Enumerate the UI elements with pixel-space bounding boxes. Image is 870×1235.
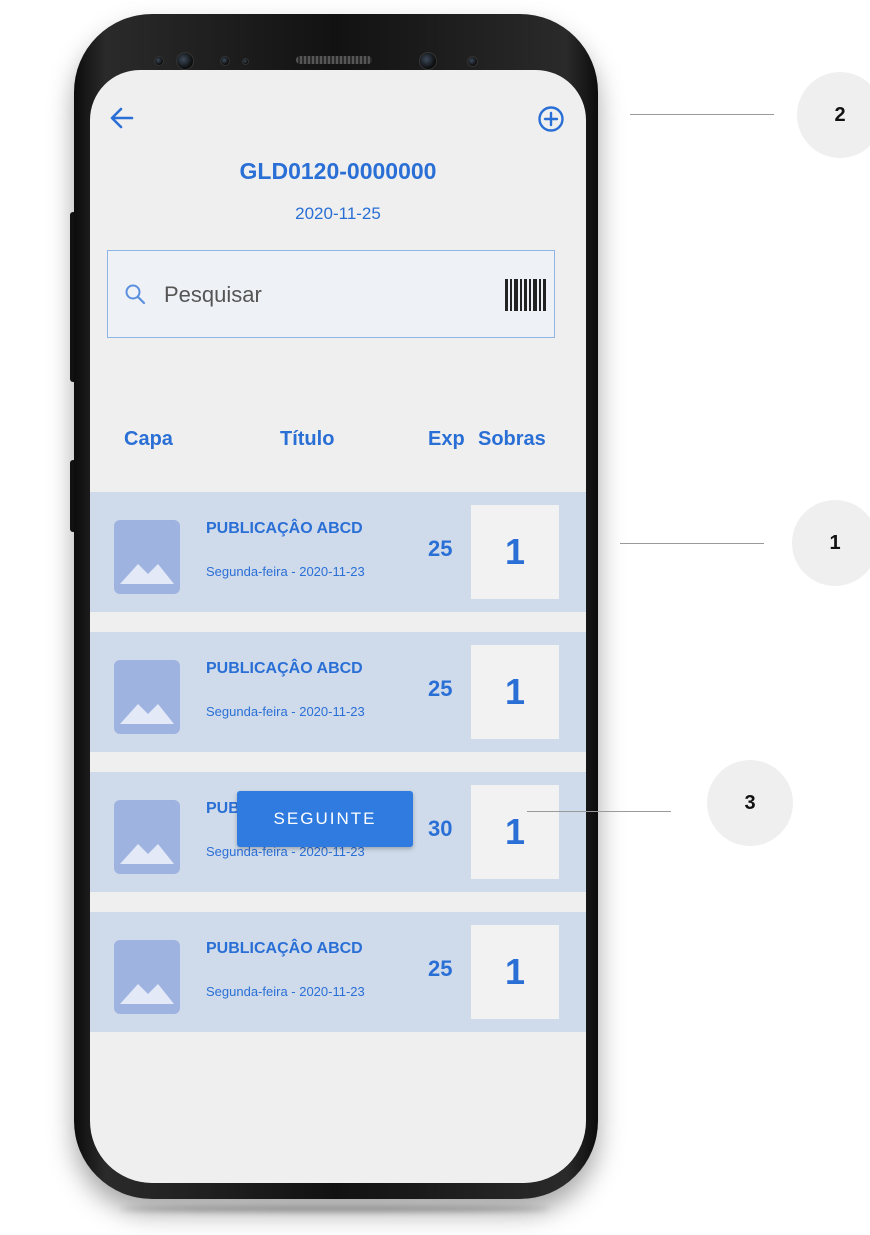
search-input[interactable] (162, 277, 466, 313)
item-title: PUBLICAÇÂO ABCD (206, 940, 363, 957)
sensor-dot (467, 56, 478, 67)
item-subtitle: Segunda-feira - 2020-11-23 (206, 564, 365, 579)
callout-line-1 (620, 543, 764, 544)
sensor-dot (220, 56, 230, 66)
list-item[interactable]: PUBLICAÇÂO ABCD Segunda-feira - 2020-11-… (90, 632, 586, 752)
callout-line-2 (630, 114, 774, 115)
item-subtitle: Segunda-feira - 2020-11-23 (206, 704, 365, 719)
phone-shadow (120, 1206, 550, 1212)
list-item[interactable]: PUBLICAÇÂO ABCD Segunda-feira - 2020-11-… (90, 912, 586, 1032)
column-header-titulo: Título (280, 428, 335, 450)
item-subtitle: Segunda-feira - 2020-11-23 (206, 984, 365, 999)
document-date: 2020-11-25 (295, 204, 381, 223)
callout-badge-3: 3 (707, 760, 793, 846)
column-header-capa: Capa (124, 428, 173, 450)
callout-line-3 (527, 811, 671, 812)
next-button[interactable]: SEGUINTE (237, 791, 413, 847)
image-placeholder-icon (114, 660, 180, 734)
item-exp: 25 (428, 676, 453, 701)
magnifier-icon (124, 283, 146, 305)
arrow-left-icon[interactable] (108, 104, 136, 132)
callout-badge-1: 1 (792, 500, 870, 586)
sobras-input[interactable] (471, 785, 559, 879)
item-title: PUBLICAÇÂO ABCD (206, 520, 363, 537)
column-header-exp: Exp (428, 428, 465, 450)
item-exp: 25 (428, 956, 453, 981)
front-camera (176, 52, 194, 70)
barcode-icon[interactable] (504, 279, 548, 311)
sensor-dot (154, 56, 164, 66)
sobras-input[interactable] (471, 645, 559, 739)
item-title: PUBLICAÇÂO ABCD (206, 660, 363, 677)
iris-camera (419, 52, 437, 70)
column-header-sobras: Sobras (478, 428, 546, 450)
page-title: GLD0120-0000000 (239, 158, 437, 184)
earpiece-speaker (296, 56, 372, 64)
image-placeholder-icon (114, 940, 180, 1014)
item-exp: 25 (428, 536, 453, 561)
app-screen: GLD0120-0000000 2020-11-25 Capa Tí (90, 70, 586, 1183)
search-bar (107, 250, 555, 338)
list-item[interactable]: PUBLICAÇÂO ABCD Segunda-feira - 2020-11-… (90, 492, 586, 612)
sobras-input[interactable] (471, 925, 559, 1019)
item-exp: 30 (428, 816, 453, 841)
image-placeholder-icon (114, 520, 180, 594)
callout-badge-2: 2 (797, 72, 870, 158)
image-placeholder-icon (114, 800, 180, 874)
plus-circle-icon[interactable] (536, 104, 566, 134)
sobras-input[interactable] (471, 505, 559, 599)
sensor-dot (242, 58, 249, 65)
